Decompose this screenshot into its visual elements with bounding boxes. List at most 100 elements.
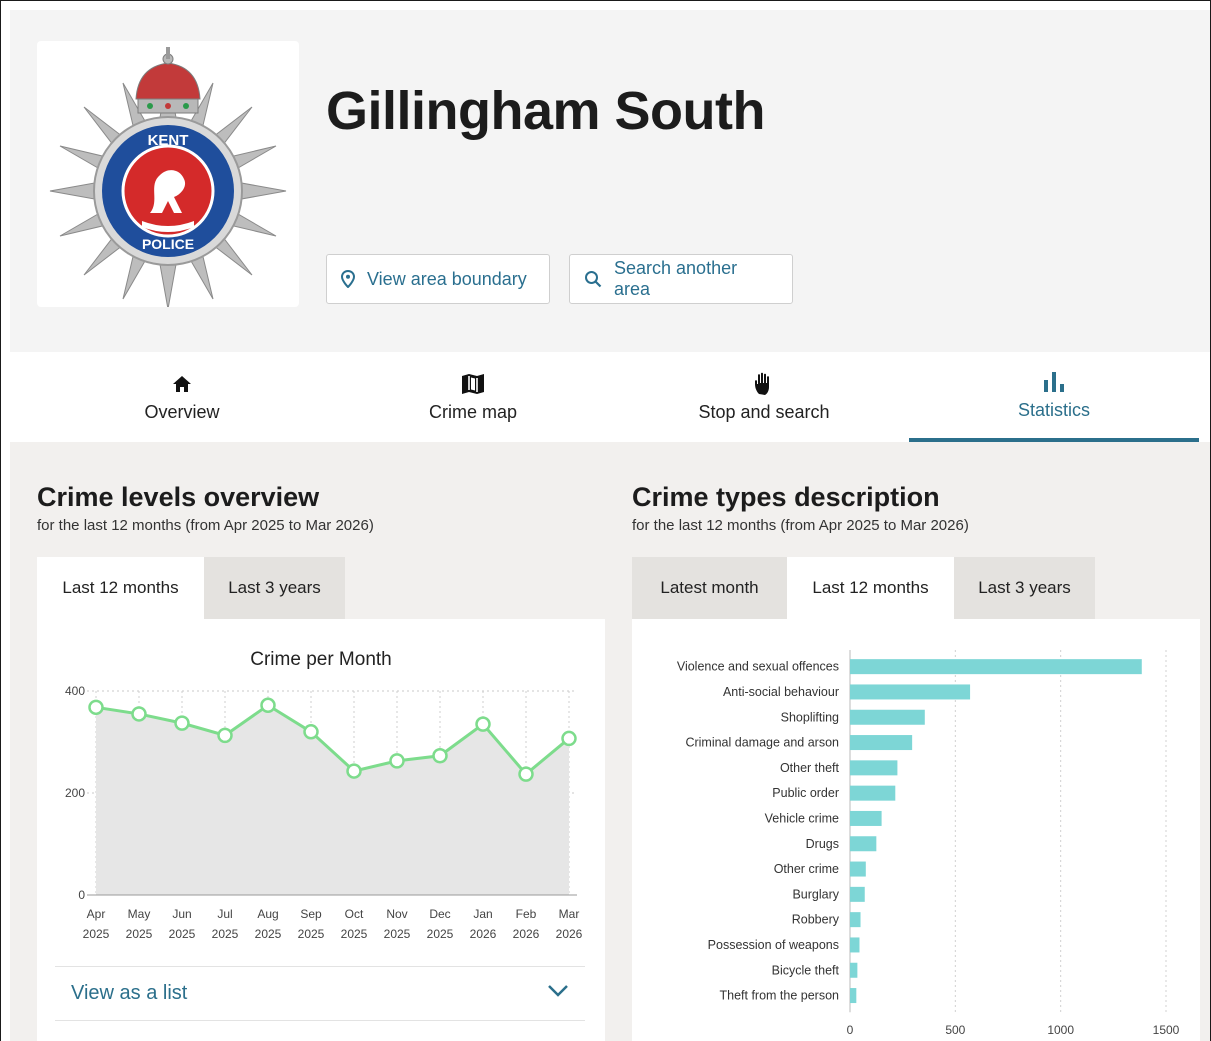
- tab-stop-and-search-label: Stop and search: [698, 401, 830, 422]
- bar-category-label: Burglary: [792, 887, 839, 901]
- tab-crime-map-label: Crime map: [428, 401, 517, 422]
- x-tick-year: 2025: [83, 927, 110, 941]
- x-tick-month: Sep: [300, 907, 322, 921]
- view-as-list-label: View as a list: [71, 982, 188, 1004]
- data-point: [174, 715, 190, 731]
- x-tick-month: May: [128, 907, 151, 921]
- bar-chart-icon: [1042, 370, 1066, 394]
- bar: [850, 836, 877, 852]
- bar: [850, 760, 898, 776]
- left-tab-last-3-years-label: Last 3 years: [228, 578, 321, 597]
- bar: [850, 937, 860, 953]
- search-another-area-label: Search another area: [614, 258, 738, 299]
- bar: [850, 962, 858, 978]
- x-tick-label: 0: [847, 1023, 854, 1037]
- x-tick-month: Oct: [345, 907, 364, 921]
- bar-category-label: Robbery: [792, 913, 840, 927]
- bar: [850, 785, 896, 801]
- right-tab-last-3-years-label: Last 3 years: [978, 578, 1071, 597]
- bar: [850, 810, 882, 826]
- data-point: [260, 697, 276, 714]
- bar-category-label: Possession of weapons: [708, 938, 839, 952]
- data-point: [475, 716, 491, 732]
- x-tick-month: Nov: [386, 907, 407, 921]
- data-point: [389, 753, 405, 769]
- chart-title: Crime per Month: [250, 649, 392, 670]
- x-tick-year: 2026: [513, 927, 540, 941]
- x-tick-year: 2025: [126, 927, 153, 941]
- data-point: [432, 748, 448, 764]
- right-tab-latest-month[interactable]: Latest month: [632, 557, 787, 619]
- left-tab-last-12-months-label: Last 12 months: [62, 578, 179, 597]
- search-icon: [584, 270, 602, 288]
- bar-category-label: Other theft: [780, 761, 840, 775]
- view-area-boundary-label: View area boundary: [367, 268, 527, 289]
- right-tab-latest-month-label: Latest month: [660, 578, 759, 597]
- bar-category-label: Criminal damage and arson: [685, 736, 839, 750]
- x-tick-label: 1500: [1153, 1023, 1180, 1037]
- left-tab-last-3-years[interactable]: Last 3 years: [204, 557, 345, 619]
- tab-statistics[interactable]: Statistics: [909, 352, 1199, 442]
- data-point: [217, 727, 233, 744]
- area-header: KENT POLICE Gillingham South View area b…: [10, 10, 1210, 352]
- x-tick-month: Dec: [429, 907, 450, 921]
- map-icon: [461, 372, 485, 396]
- x-tick-year: 2025: [169, 927, 196, 941]
- chart-area-fill: [96, 705, 569, 895]
- tab-stop-and-search[interactable]: Stop and search: [619, 352, 909, 442]
- x-tick-month: Aug: [257, 907, 278, 921]
- x-tick-year: 2025: [255, 927, 282, 941]
- search-another-area-button[interactable]: Search another area: [569, 254, 793, 304]
- logo-top-word: KENT: [148, 132, 189, 149]
- police-crest-icon: KENT POLICE: [49, 47, 287, 307]
- crime-levels-subtitle: for the last 12 months (from Apr 2025 to…: [37, 517, 374, 534]
- bar-category-label: Violence and sexual offences: [677, 660, 839, 674]
- x-tick-month: Jul: [217, 907, 232, 921]
- tab-crime-map[interactable]: Crime map: [328, 352, 618, 442]
- x-tick-year: 2025: [298, 927, 325, 941]
- bar-category-label: Shoplifting: [781, 710, 839, 724]
- bar: [850, 912, 861, 928]
- right-tab-last-12-months[interactable]: Last 12 months: [787, 557, 954, 619]
- view-area-boundary-button[interactable]: View area boundary: [326, 254, 550, 304]
- bar-category-label: Other crime: [774, 862, 839, 876]
- y-tick-label: 0: [78, 888, 85, 902]
- y-tick-label: 400: [65, 684, 85, 698]
- bar-category-label: Bicycle theft: [772, 963, 840, 977]
- y-tick-label: 200: [65, 786, 85, 800]
- data-point: [346, 763, 362, 779]
- left-tab-last-12-months[interactable]: Last 12 months: [37, 557, 204, 619]
- tab-statistics-label: Statistics: [1017, 399, 1091, 420]
- x-tick-month: Mar: [559, 907, 580, 921]
- x-tick-label: 500: [945, 1023, 965, 1037]
- tab-overview-label: Overview: [144, 401, 220, 422]
- bar-category-label: Vehicle crime: [765, 811, 839, 825]
- x-tick-year: 2026: [556, 927, 583, 941]
- bar: [850, 886, 865, 902]
- bar-category-label: Theft from the person: [719, 989, 839, 1003]
- kent-police-logo: KENT POLICE: [37, 41, 299, 307]
- area-title: Gillingham South: [326, 81, 765, 141]
- crime-levels-title: Crime levels overview: [37, 482, 320, 512]
- data-point: [88, 699, 104, 716]
- right-tab-last-3-years[interactable]: Last 3 years: [954, 557, 1095, 619]
- statistics-content: Crime levels overview for the last 12 mo…: [10, 442, 1210, 1041]
- bar: [850, 659, 1142, 675]
- hand-icon: [753, 372, 775, 396]
- x-tick-label: 1000: [1047, 1023, 1074, 1037]
- tab-overview[interactable]: Overview: [37, 352, 327, 442]
- bar-category-label: Public order: [772, 786, 839, 800]
- bar: [850, 735, 913, 751]
- crime-types-card: 0 500 1000 1500 Violence and sexual offences…: [632, 619, 1200, 1041]
- x-tick-year: 2025: [212, 927, 239, 941]
- chevron-down-icon: [547, 984, 569, 1003]
- x-tick-month: Feb: [516, 907, 537, 921]
- right-tab-last-12-months-label: Last 12 months: [812, 578, 929, 597]
- section-tabs: Overview Crime map Stop and search Stati…: [10, 352, 1210, 442]
- bar-category-label: Drugs: [806, 837, 839, 851]
- x-tick-year: 2026: [470, 927, 497, 941]
- view-as-list-toggle[interactable]: View as a list: [55, 966, 585, 1021]
- bar: [850, 684, 971, 700]
- x-tick-month: Jun: [172, 907, 191, 921]
- bar: [850, 861, 866, 877]
